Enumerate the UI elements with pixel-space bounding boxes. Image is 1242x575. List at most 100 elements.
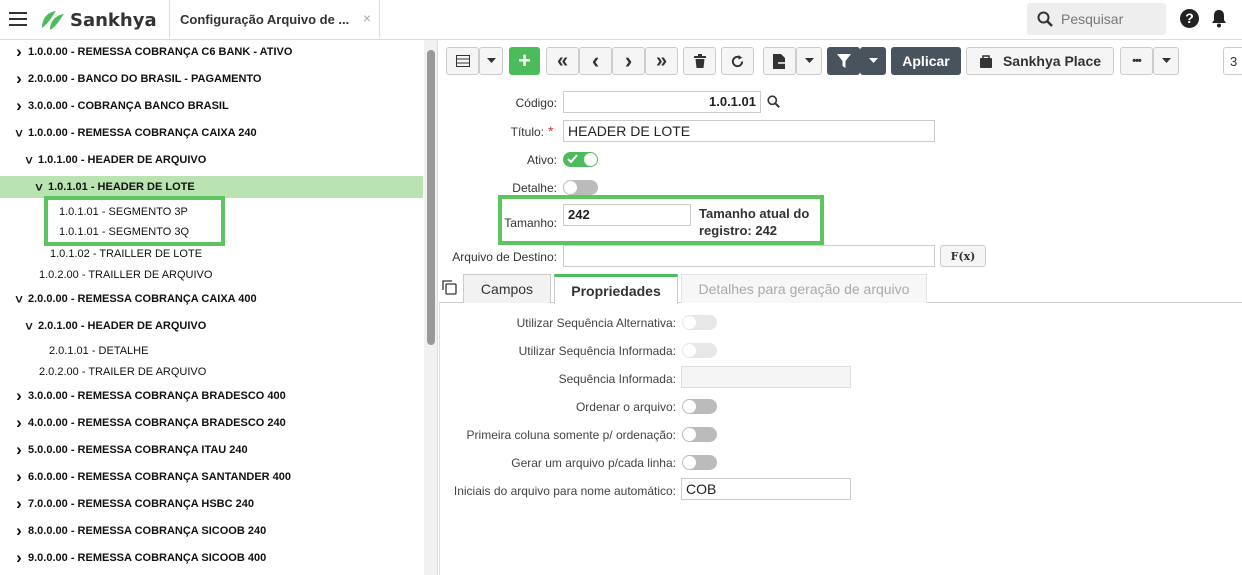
destino-field[interactable] bbox=[563, 245, 935, 267]
last-record-button[interactable]: » bbox=[645, 47, 678, 75]
close-icon[interactable]: × bbox=[363, 10, 371, 26]
tree-item[interactable]: 1.0.2.00 - TRAILLER DE ARQUIVO bbox=[0, 264, 212, 286]
logo-text: Sankhya bbox=[70, 9, 157, 31]
fx-button[interactable]: F(x) bbox=[940, 245, 986, 267]
ativo-toggle[interactable] bbox=[563, 152, 598, 167]
ordenar-toggle[interactable] bbox=[682, 399, 717, 414]
chevron-right-icon[interactable]: › bbox=[12, 413, 26, 433]
gerar-arquivo-toggle[interactable] bbox=[682, 455, 717, 470]
properties-panel: Utilizar Sequência Alternativa: Utilizar… bbox=[439, 303, 1242, 575]
tree-item-label: 5.0.0.00 - REMESSA COBRANÇA ITAU 240 bbox=[28, 444, 248, 456]
prev-record-button[interactable]: ‹ bbox=[579, 47, 612, 75]
grid-view-button[interactable] bbox=[446, 47, 479, 75]
tree-item-label: 2.0.2.00 - TRAILER DE ARQUIVO bbox=[39, 366, 207, 378]
caret-down-icon bbox=[1161, 58, 1171, 63]
segment-highlight-box bbox=[44, 196, 225, 246]
tree-item-label: 2.0.1.01 - DETALHE bbox=[49, 345, 149, 357]
tree-item[interactable]: › 2.0.0.00 - BANCO DO BRASIL - PAGAMENTO bbox=[0, 68, 261, 90]
help-icon[interactable]: ? bbox=[1180, 9, 1199, 28]
tree-scrollbar-thumb[interactable] bbox=[427, 50, 435, 345]
menu-icon[interactable] bbox=[9, 12, 27, 26]
tree-item[interactable]: 1.0.1.02 - TRAILLER DE LOTE bbox=[0, 243, 202, 265]
tree-item-label: 2.0.0.00 - REMESSA COBRANÇA CAIXA 400 bbox=[28, 293, 257, 305]
file-export-icon bbox=[773, 53, 785, 69]
page-input[interactable]: 3 bbox=[1223, 47, 1242, 75]
tree-item[interactable]: ˅ 1.0.0.00 - REMESSA COBRANÇA CAIXA 240 bbox=[0, 122, 256, 144]
delete-button[interactable] bbox=[683, 47, 716, 75]
tree-item-label: 1.0.2.00 - TRAILLER DE ARQUIVO bbox=[39, 269, 213, 281]
tree-item-label: 2.0.1.00 - HEADER DE ARQUIVO bbox=[38, 320, 207, 332]
required-marker: * bbox=[548, 123, 554, 139]
tree-item[interactable]: 2.0.2.00 - TRAILER DE ARQUIVO bbox=[0, 361, 206, 383]
tree-item-label: 1.0.1.00 - HEADER DE ARQUIVO bbox=[38, 154, 207, 166]
tree-item[interactable]: › 7.0.0.00 - REMESSA COBRANÇA HSBC 240 bbox=[0, 493, 254, 515]
more-button[interactable]: ••• bbox=[1120, 47, 1153, 75]
search-icon[interactable] bbox=[767, 95, 780, 108]
more-dropdown[interactable] bbox=[1153, 47, 1179, 75]
sankhya-place-button[interactable]: Sankhya Place bbox=[966, 47, 1114, 75]
seq-valor-field bbox=[681, 366, 851, 388]
tree-item[interactable]: ˅ 1.0.1.01 - HEADER DE LOTE bbox=[0, 176, 423, 198]
tab-propriedades[interactable]: Propriedades bbox=[554, 274, 678, 304]
tab-configuracao-arquivo[interactable]: Configuração Arquivo de ... × bbox=[169, 0, 380, 38]
chevron-right-icon[interactable]: › bbox=[12, 69, 26, 89]
tab-campos[interactable]: Campos bbox=[463, 274, 551, 303]
chevron-down-icon[interactable]: ˅ bbox=[32, 180, 46, 195]
tree-item[interactable]: 2.0.1.01 - DETALHE bbox=[0, 340, 148, 362]
tree-item[interactable]: › 3.0.0.00 - COBRANÇA BANCO BRASIL bbox=[0, 95, 229, 117]
chevron-down-icon[interactable]: ˅ bbox=[12, 292, 26, 307]
first-record-button[interactable]: « bbox=[546, 47, 579, 75]
chevron-down-icon[interactable]: ˅ bbox=[22, 319, 36, 334]
refresh-button[interactable] bbox=[721, 47, 754, 75]
chevron-right-icon[interactable]: › bbox=[12, 494, 26, 514]
tree-item[interactable]: › 3.0.0.00 - REMESSA COBRANÇA BRADESCO 40… bbox=[0, 385, 286, 407]
tree-item[interactable]: › 5.0.0.00 - REMESSA COBRANÇA ITAU 240 bbox=[0, 439, 248, 461]
bell-icon[interactable] bbox=[1210, 9, 1228, 28]
chevron-right-icon[interactable]: › bbox=[12, 467, 26, 487]
tree-item-label: 6.0.0.00 - REMESSA COBRANÇA SANTANDER 40… bbox=[28, 471, 292, 483]
tree-item[interactable]: › 6.0.0.00 - REMESSA COBRANÇA SANTANDER 4… bbox=[0, 466, 291, 488]
tree-item[interactable]: › 8.0.0.00 - REMESSA COBRANÇA SICOOB 240 bbox=[0, 520, 266, 542]
tree-item-label: 9.0.0.00 - REMESSA COBRANÇA SICOOB 400 bbox=[28, 552, 267, 564]
next-record-button[interactable]: › bbox=[612, 47, 645, 75]
export-button[interactable] bbox=[763, 47, 796, 75]
grid-view-dropdown[interactable] bbox=[479, 47, 503, 75]
tree-item[interactable]: › 1.0.0.00 - REMESSA COBRANÇA C6 BANK - A… bbox=[0, 41, 292, 63]
export-dropdown[interactable] bbox=[796, 47, 822, 75]
tree-item[interactable]: ˅ 2.0.0.00 - REMESSA COBRANÇA CAIXA 400 bbox=[0, 288, 257, 310]
chevron-right-icon[interactable]: › bbox=[12, 440, 26, 460]
apply-button[interactable]: Aplicar bbox=[891, 47, 961, 75]
chevron-right-icon[interactable]: › bbox=[12, 386, 26, 406]
primeira-coluna-toggle[interactable] bbox=[682, 427, 717, 442]
tamanho-field[interactable]: 242 bbox=[563, 204, 691, 226]
add-button[interactable]: + bbox=[509, 47, 540, 75]
codigo-field[interactable]: 1.0.1.01 bbox=[563, 91, 761, 113]
chevron-right-icon[interactable]: › bbox=[12, 521, 26, 541]
filter-button[interactable] bbox=[827, 47, 860, 75]
tree-item[interactable]: › 9.0.0.00 - REMESSA COBRANÇA SICOOB 400 bbox=[0, 547, 266, 569]
chevron-right-icon[interactable]: › bbox=[12, 42, 26, 62]
chevron-down-icon[interactable]: ˅ bbox=[22, 153, 36, 168]
tree-item-label: 7.0.0.00 - REMESSA COBRANÇA HSBC 240 bbox=[28, 498, 254, 510]
tree-item-label: 1.0.1.01 - HEADER DE LOTE bbox=[48, 181, 195, 193]
iniciais-field[interactable]: COB bbox=[681, 478, 851, 500]
tree-item[interactable]: › 4.0.0.00 - REMESSA COBRANÇA BRADESCO 24… bbox=[0, 412, 286, 434]
chevron-down-icon[interactable]: ˅ bbox=[12, 126, 26, 141]
tree-item[interactable]: ˅ 1.0.1.00 - HEADER DE ARQUIVO bbox=[0, 149, 206, 171]
tree-panel: › 1.0.0.00 - REMESSA COBRANÇA C6 BANK - A… bbox=[0, 40, 424, 575]
chevron-right-icon[interactable]: › bbox=[12, 96, 26, 116]
filter-dropdown[interactable] bbox=[860, 47, 886, 75]
ativo-label: Ativo: bbox=[526, 153, 557, 167]
copy-icon[interactable] bbox=[442, 280, 457, 295]
caret-down-icon bbox=[868, 58, 878, 63]
tree-item[interactable]: ˅ 2.0.1.00 - HEADER DE ARQUIVO bbox=[0, 315, 206, 337]
titulo-field[interactable]: HEADER DE LOTE bbox=[563, 120, 935, 142]
detalhe-toggle[interactable] bbox=[563, 180, 598, 195]
tab-detalhes-geracao: Detalhes para geração de arquivo bbox=[681, 274, 927, 303]
filter-icon bbox=[836, 54, 851, 68]
detail-tabs: Campos Propriedades Detalhes para geraçã… bbox=[439, 272, 1242, 304]
chevron-right-icon[interactable]: › bbox=[12, 548, 26, 568]
tab-title: Configuração Arquivo de ... bbox=[180, 11, 350, 27]
sankhya-logo[interactable]: Sankhya bbox=[40, 8, 157, 32]
search-input[interactable]: Pesquisar bbox=[1027, 3, 1166, 35]
